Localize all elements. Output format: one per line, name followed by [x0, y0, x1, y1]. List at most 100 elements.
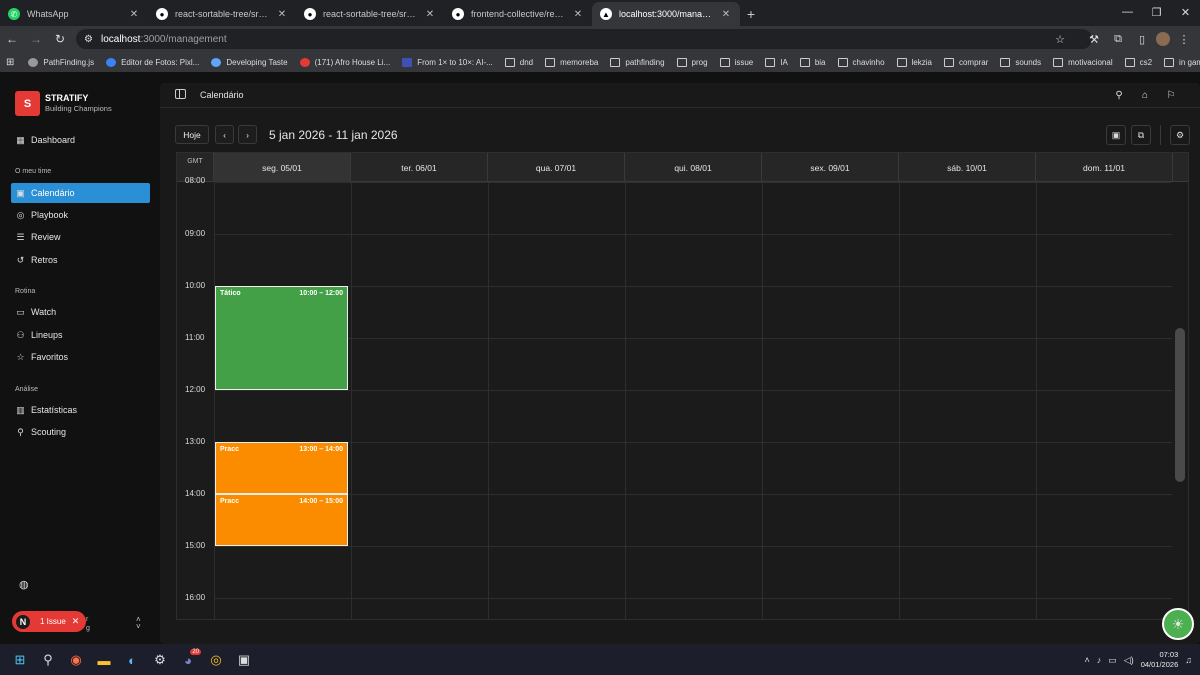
day-header[interactable]: sex. 09/01: [762, 153, 899, 182]
bookmark-folder[interactable]: IA: [765, 57, 788, 67]
chevron-up-icon[interactable]: ˄: [1085, 655, 1090, 665]
language-globe-icon[interactable]: ◍: [19, 578, 29, 591]
extensions-icon[interactable]: ⧉: [1108, 29, 1128, 49]
bookmark-folder[interactable]: cs2: [1124, 57, 1152, 67]
url-input[interactable]: ⚙ localhost:3000/management: [76, 29, 1092, 49]
search-icon[interactable]: ⚲: [1112, 88, 1126, 102]
bookmark-folder[interactable]: motivacional: [1053, 57, 1113, 67]
sidebar-item-lineups[interactable]: ⚇ Lineups: [11, 325, 150, 345]
issues-pill[interactable]: N 1 Issue ✕: [12, 611, 86, 632]
apps-grid-icon[interactable]: ⊞: [6, 57, 14, 68]
forward-icon[interactable]: →: [24, 27, 48, 51]
today-button[interactable]: Hoje: [175, 125, 209, 144]
scrollbar-thumb[interactable]: [1175, 328, 1185, 482]
settings-gear-icon[interactable]: ⚙: [1170, 125, 1190, 145]
close-icon[interactable]: ✕: [720, 9, 732, 20]
app-icon[interactable]: ▣: [230, 646, 258, 674]
bookmark-item[interactable]: Developing Taste: [211, 57, 288, 67]
chevron-updown-icon[interactable]: ˄ ˅: [136, 616, 141, 631]
volume-icon[interactable]: ◁): [1124, 655, 1134, 666]
extension-tool-icon[interactable]: ⚒: [1084, 29, 1104, 49]
toggle-sidebar-icon[interactable]: [175, 89, 186, 99]
browser-tab[interactable]: ● frontend-collective/react-sortab ✕: [444, 2, 592, 26]
reload-icon[interactable]: ↻: [48, 27, 72, 51]
bookmark-item[interactable]: Editor de Fotos: Pixl...: [106, 57, 199, 67]
chrome-icon[interactable]: ◎: [202, 646, 230, 674]
profile-avatar[interactable]: [1156, 32, 1170, 46]
sidebar-item-watch[interactable]: ▭ Watch: [11, 302, 150, 322]
minimize-icon[interactable]: —: [1113, 0, 1142, 24]
bookmark-folder[interactable]: memoreba: [545, 57, 598, 67]
discord-icon[interactable]: ◕ 20: [174, 646, 202, 674]
day-header[interactable]: sáb. 10/01: [899, 153, 1036, 182]
day-header[interactable]: seg. 05/01: [214, 153, 351, 182]
day-header[interactable]: dom. 11/01: [1036, 153, 1173, 182]
bookmark-folder[interactable]: pathfinding: [610, 57, 665, 67]
add-event-icon[interactable]: ▣: [1106, 125, 1126, 145]
new-tab-button[interactable]: +: [740, 2, 762, 26]
sidebar-item-calendario[interactable]: ▣ Calendário: [11, 183, 150, 203]
day-header[interactable]: qui. 08/01: [625, 153, 762, 182]
sidebar-item-retros[interactable]: ↺ Retros: [11, 250, 150, 270]
bookmark-folder[interactable]: in game: [1164, 57, 1200, 67]
sidebar-item-dashboard[interactable]: ▦ Dashboard: [11, 130, 150, 150]
next-week-button[interactable]: ›: [238, 125, 257, 144]
bookmark-folder[interactable]: chavinho: [837, 57, 885, 67]
bookmark-item[interactable]: From 1× to 10×: AI-...: [402, 57, 493, 67]
brand[interactable]: S STRATIFY Building Champions: [15, 91, 112, 116]
inbox-icon[interactable]: ⌂: [1138, 88, 1152, 102]
calendar-event[interactable]: Pracc 13:00 – 14:00: [215, 442, 348, 494]
microphone-icon[interactable]: ♪: [1097, 655, 1102, 665]
close-icon[interactable]: ✕: [128, 9, 140, 20]
day-header[interactable]: ter. 06/01: [351, 153, 488, 182]
hour-line: [214, 182, 1172, 183]
app-icon[interactable]: ◐: [118, 646, 146, 674]
file-explorer-icon[interactable]: ▬: [90, 646, 118, 674]
floating-assistant-avatar[interactable]: ☀: [1162, 608, 1194, 640]
clock[interactable]: 07:03 04/01/2026: [1141, 650, 1179, 670]
calendar-body[interactable]: 08:00 09:00 10:00 11:00 12:00 13:00 14:0…: [177, 176, 1173, 619]
close-icon[interactable]: ✕: [572, 9, 584, 20]
steam-icon[interactable]: ⚙: [146, 646, 174, 674]
bookmark-folder[interactable]: lekzia: [896, 57, 932, 67]
close-icon[interactable]: ✕: [276, 9, 288, 20]
prev-week-button[interactable]: ‹: [215, 125, 234, 144]
site-info-icon[interactable]: ⚙: [84, 34, 93, 45]
browser-tab-active[interactable]: ▲ localhost:3000/management ✕: [592, 2, 740, 26]
windows-start-icon[interactable]: ⊞: [6, 646, 34, 674]
bookmark-folder[interactable]: sounds: [1000, 57, 1041, 67]
sidepanel-icon[interactable]: ▯: [1132, 29, 1152, 49]
bookmark-item[interactable]: (171) Afro House Li...: [299, 57, 390, 67]
calendar-event[interactable]: Tático 10:00 – 12:00: [215, 286, 348, 390]
display-icon[interactable]: ▭: [1108, 655, 1117, 666]
bookmark-folder[interactable]: bia: [799, 57, 826, 67]
bookmark-item[interactable]: PathFinding.js: [28, 57, 94, 67]
lightbulb-icon[interactable]: ⚐: [1164, 88, 1178, 102]
browser-tab[interactable]: ✆ WhatsApp ✕: [0, 2, 148, 26]
menu-icon[interactable]: ⋮: [1174, 29, 1194, 49]
calendar-event[interactable]: Pracc 14:00 – 15:00: [215, 494, 348, 546]
browser-tab[interactable]: ● react-sortable-tree/src/stories/ ✕: [296, 2, 444, 26]
copy-icon[interactable]: ⧉: [1131, 125, 1151, 145]
sidebar-item-favoritos[interactable]: ☆ Favoritos: [11, 347, 150, 367]
sidebar-item-review[interactable]: ☰ Review: [11, 227, 150, 247]
search-icon[interactable]: ⚲: [34, 646, 62, 674]
bookmark-folder[interactable]: comprar: [943, 57, 988, 67]
close-icon[interactable]: ✕: [424, 9, 436, 20]
sidebar-item-playbook[interactable]: ◎ Playbook: [11, 205, 150, 225]
close-icon[interactable]: ✕: [72, 616, 80, 627]
app-icon[interactable]: ◉: [62, 646, 90, 674]
day-header[interactable]: qua. 07/01: [488, 153, 625, 182]
youtube-icon: [299, 57, 310, 67]
notification-bell-icon[interactable]: ♫: [1185, 655, 1192, 665]
browser-tab[interactable]: ● react-sortable-tree/src/placeho ✕: [148, 2, 296, 26]
back-icon[interactable]: ←: [0, 27, 24, 51]
bookmark-star-icon[interactable]: ☆: [1050, 29, 1070, 49]
sidebar-item-scouting[interactable]: ⚲ Scouting: [11, 422, 150, 442]
restore-icon[interactable]: ❐: [1142, 0, 1171, 24]
close-window-icon[interactable]: ✕: [1171, 0, 1200, 24]
sidebar-item-estatisticas[interactable]: ▥ Estatísticas: [11, 400, 150, 420]
bookmark-folder[interactable]: issue: [719, 57, 753, 67]
bookmark-folder[interactable]: dnd: [504, 57, 533, 67]
bookmark-folder[interactable]: prog: [676, 57, 708, 67]
